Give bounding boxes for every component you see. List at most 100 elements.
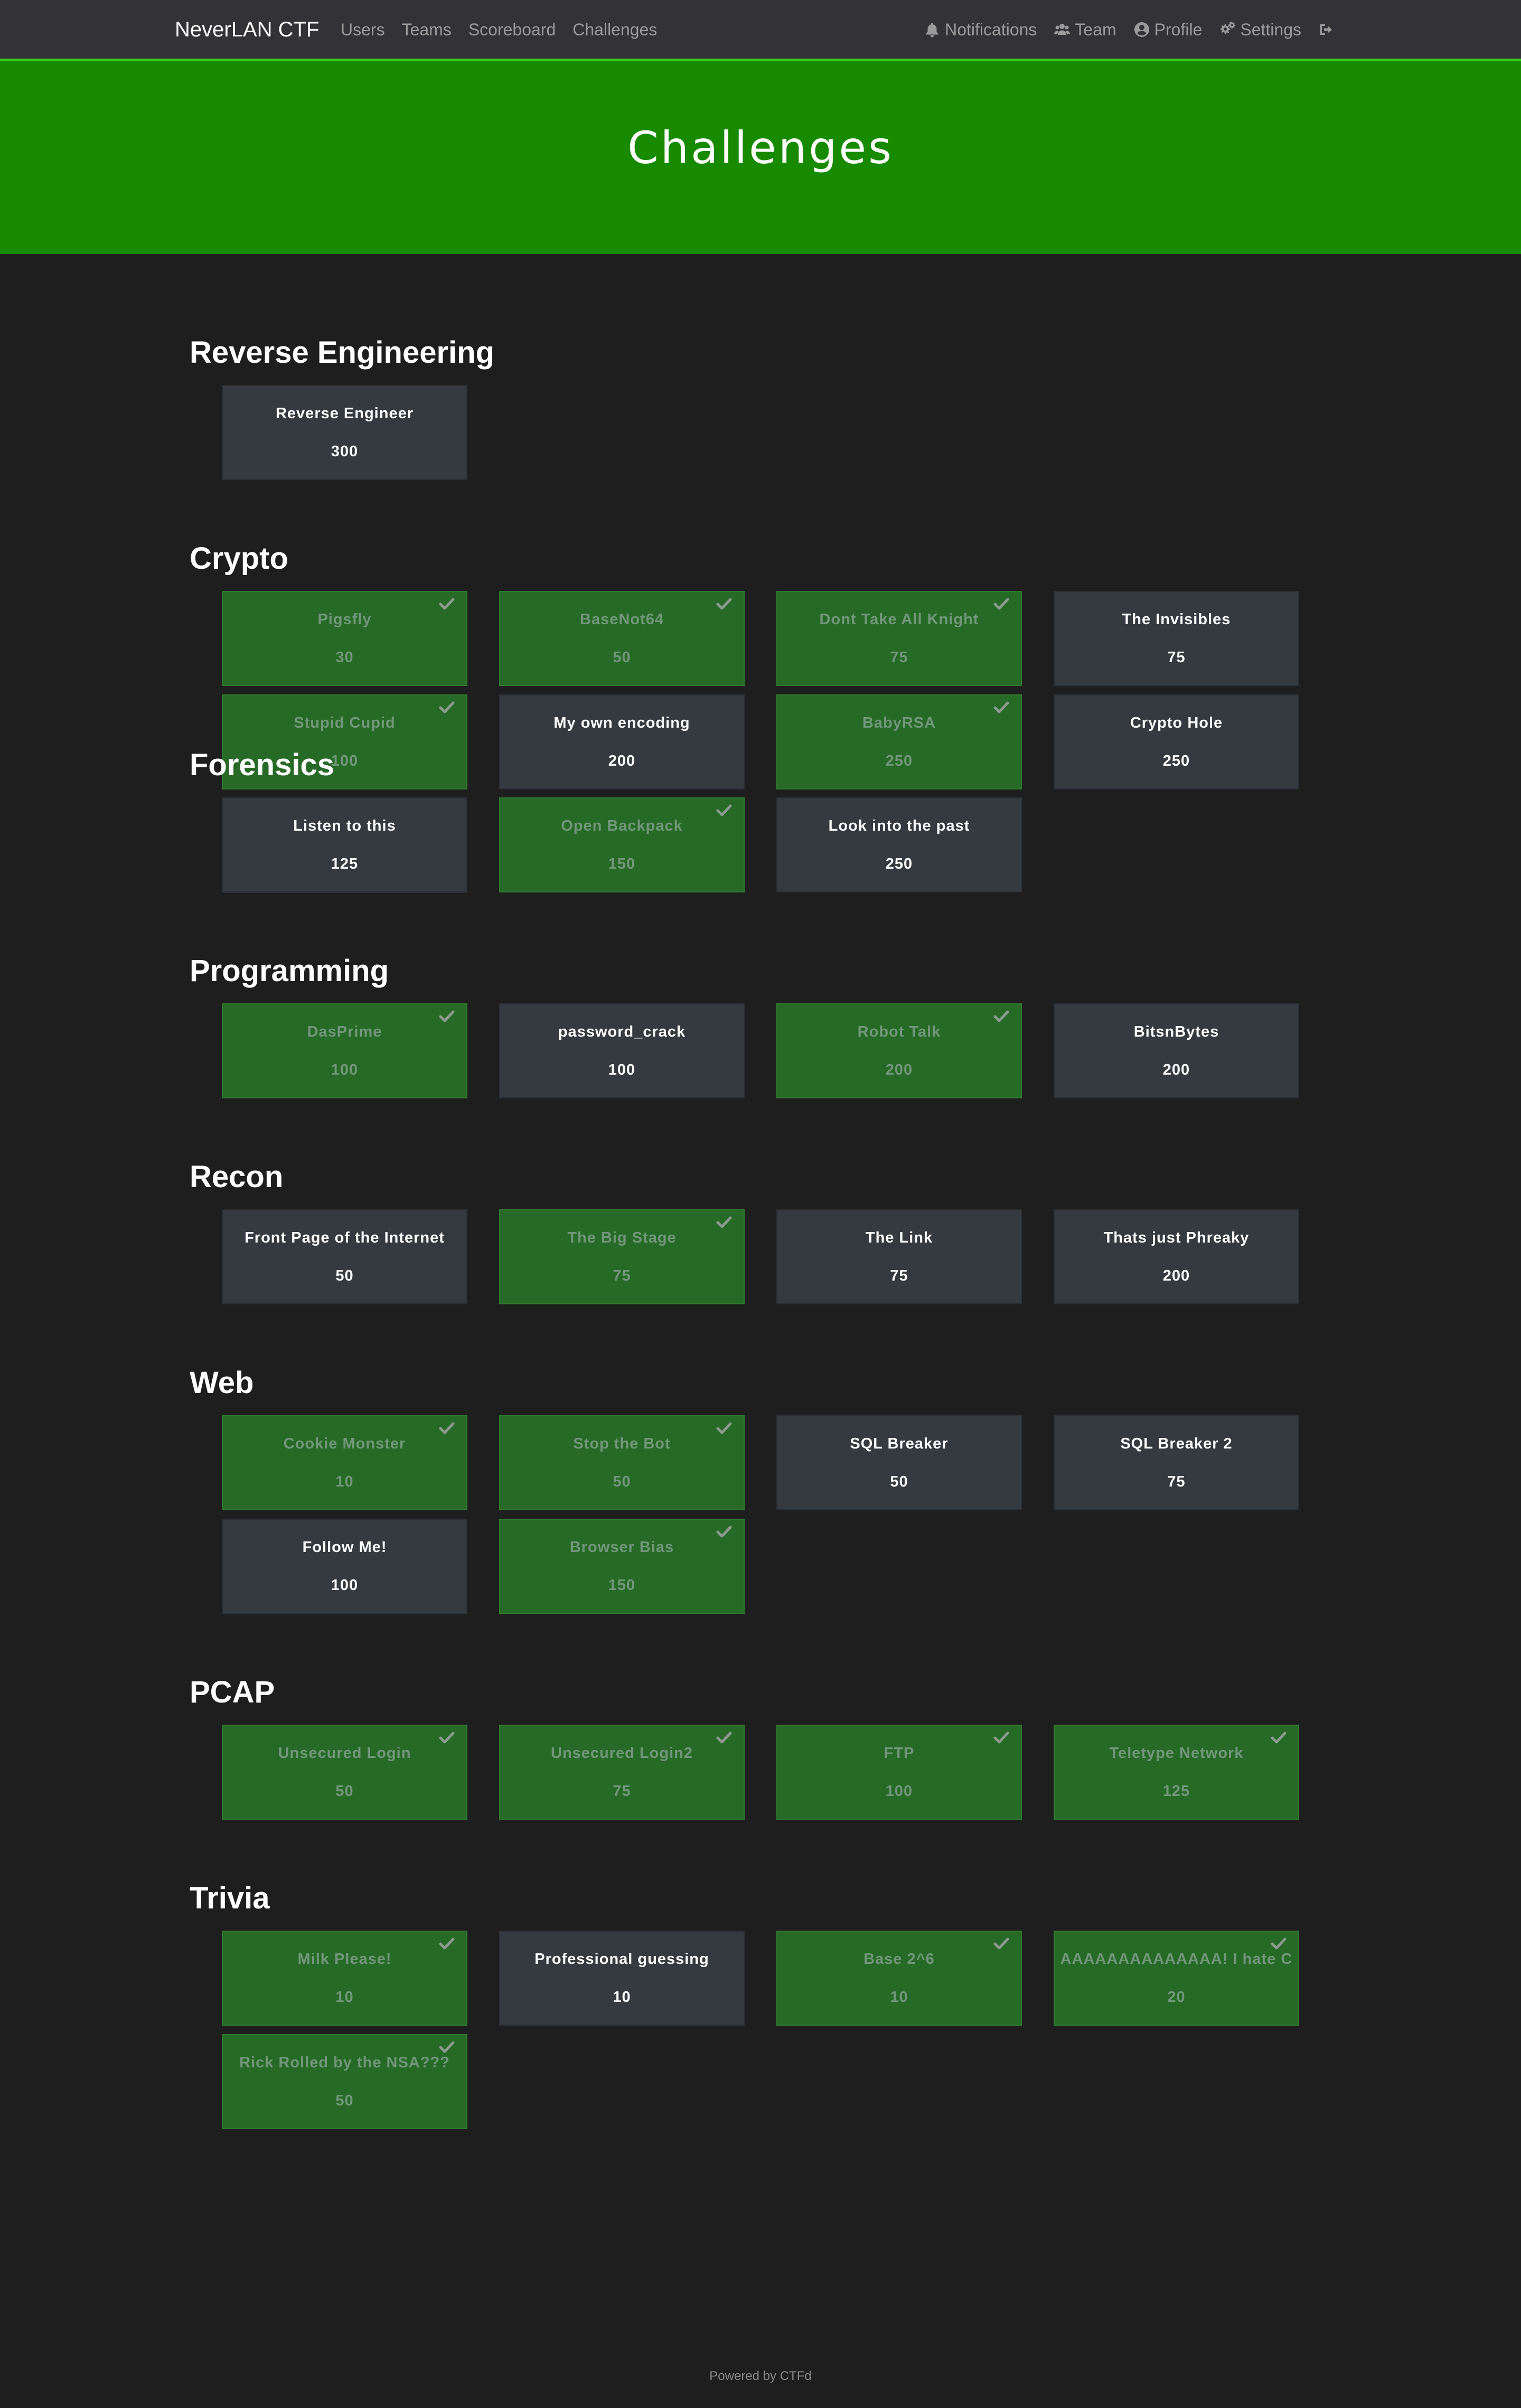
challenge-card[interactable]: Reverse Engineer 300: [222, 385, 467, 480]
challenge-name: Rick Rolled by the NSA???: [239, 2054, 450, 2071]
challenge-name: Crypto Hole: [1130, 714, 1223, 731]
category-forensics: Forensics Listen to this 125 Open Backpack 1…: [190, 746, 1330, 892]
challenge-card-solved[interactable]: Cookie Monster 10: [222, 1415, 467, 1510]
nav-profile[interactable]: Profile: [1133, 18, 1202, 41]
challenge-card-solved[interactable]: Robot Talk 200: [776, 1003, 1022, 1098]
check-icon: [1271, 1732, 1287, 1744]
challenge-value: 200: [1162, 1061, 1190, 1078]
challenge-name: Professional guessing: [534, 1951, 709, 1968]
challenge-card[interactable]: Look into the past 250: [776, 797, 1022, 892]
brand-link[interactable]: NeverLAN CTF: [175, 15, 319, 44]
nav-team[interactable]: Team: [1054, 18, 1116, 41]
check-icon: [716, 1216, 732, 1228]
challenge-name: Open Backpack: [561, 817, 683, 834]
nav-notifications[interactable]: Notifications: [924, 18, 1037, 41]
nav-left: Users Teams Scoreboard Challenges: [341, 18, 674, 41]
challenge-value: 250: [885, 855, 913, 872]
challenge-value: 50: [890, 1473, 908, 1490]
challenge-card-solved[interactable]: Stop the Bot 50: [499, 1415, 745, 1510]
challenge-value: 10: [890, 1989, 908, 2006]
challenge-name: SQL Breaker 2: [1120, 1435, 1233, 1452]
challenge-value: 75: [613, 1267, 631, 1284]
category-title: Forensics: [190, 748, 334, 782]
nav-notifications-label: Notifications: [945, 20, 1037, 39]
category-web: Web Cookie Monster 10 Stop the Bot 50 SQL Bre…: [190, 1364, 1330, 1614]
challenge-name: Stupid Cupid: [294, 714, 396, 731]
challenge-name: Thats just Phreaky: [1103, 1229, 1250, 1246]
challenge-value: 150: [608, 855, 636, 872]
check-icon: [993, 1732, 1009, 1744]
challenge-card-solved[interactable]: Teletype Network 125: [1054, 1725, 1299, 1820]
check-icon: [993, 598, 1009, 610]
challenge-card[interactable]: Professional guessing 10: [499, 1931, 745, 2026]
nav-right: Notifications Team Profile Settings: [907, 18, 1335, 41]
challenge-card-solved[interactable]: The Big Stage 75: [499, 1209, 745, 1304]
challenge-card[interactable]: Thats just Phreaky 200: [1054, 1209, 1299, 1304]
nav-users[interactable]: Users: [341, 18, 385, 41]
check-icon: [439, 1010, 455, 1022]
challenge-card-solved[interactable]: Base 2^6 10: [776, 1931, 1022, 2026]
challenge-value: 10: [613, 1989, 631, 2006]
challenge-card[interactable]: The Invisibles 75: [1054, 591, 1299, 686]
challenge-card-solved[interactable]: FTP 100: [776, 1725, 1022, 1820]
challenge-card-solved[interactable]: Pigsfly 30: [222, 591, 467, 686]
challenge-card-solved[interactable]: Dont Take All Knight 75: [776, 591, 1022, 686]
challenge-card[interactable]: SQL Breaker 2 75: [1054, 1415, 1299, 1510]
nav-settings-label: Settings: [1240, 20, 1301, 39]
challenge-card[interactable]: Follow Me! 100: [222, 1519, 467, 1614]
nav-settings[interactable]: Settings: [1219, 18, 1301, 41]
nav-challenges[interactable]: Challenges: [572, 18, 657, 41]
category-programming: Programming DasPrime 100 password_crack 100 R…: [190, 952, 1330, 1098]
challenge-name: AAAAAAAAAAAAAA! I hate C: [1060, 1951, 1293, 1968]
challenge-value: 50: [335, 1267, 354, 1284]
challenge-name: Base 2^6: [863, 1951, 935, 1968]
challenge-card[interactable]: SQL Breaker 50: [776, 1415, 1022, 1510]
challenge-card-solved[interactable]: DasPrime 100: [222, 1003, 467, 1098]
nav-team-label: Team: [1075, 20, 1116, 39]
challenge-card[interactable]: password_crack 100: [499, 1003, 745, 1098]
check-icon: [716, 598, 732, 610]
check-icon: [1271, 1937, 1287, 1950]
challenge-card-solved[interactable]: Milk Please! 10: [222, 1931, 467, 2026]
check-icon: [716, 1526, 732, 1538]
challenge-name: SQL Breaker: [850, 1435, 949, 1452]
navbar: NeverLAN CTF Users Teams Scoreboard Chal…: [0, 0, 1521, 59]
challenge-value: 125: [1162, 1783, 1190, 1800]
bell-icon: [926, 23, 938, 37]
challenge-card[interactable]: Front Page of the Internet 50: [222, 1209, 467, 1304]
challenge-name: password_crack: [558, 1023, 686, 1040]
footer-powered-by[interactable]: Powered by CTFd: [0, 2369, 1521, 2384]
challenge-name: The Link: [865, 1229, 933, 1246]
challenge-card-solved[interactable]: AAAAAAAAAAAAAA! I hate C 20: [1054, 1931, 1299, 2026]
challenge-value: 75: [890, 649, 908, 666]
challenge-name: Pigsfly: [317, 611, 372, 628]
nav-scoreboard[interactable]: Scoreboard: [468, 18, 556, 41]
challenge-value: 100: [885, 1783, 913, 1800]
check-icon: [439, 1422, 455, 1434]
check-icon: [993, 701, 1009, 713]
check-icon: [439, 598, 455, 610]
challenge-value: 300: [331, 443, 359, 460]
challenge-value: 200: [885, 1061, 913, 1078]
category-title: PCAP: [190, 1675, 275, 1709]
challenge-card[interactable]: BitsnBytes 200: [1054, 1003, 1299, 1098]
check-icon: [439, 2041, 455, 2053]
challenge-name: Follow Me!: [302, 1539, 387, 1556]
challenge-name: Listen to this: [293, 817, 396, 834]
category-title: Trivia: [190, 1881, 270, 1915]
challenge-card[interactable]: Listen to this 125: [222, 797, 467, 892]
user-circle-icon: [1134, 22, 1149, 37]
challenge-card-solved[interactable]: Browser Bias 150: [499, 1519, 745, 1614]
challenge-card-solved[interactable]: Unsecured Login2 75: [499, 1725, 745, 1820]
check-icon: [993, 1937, 1009, 1950]
challenge-name: Browser Bias: [569, 1539, 674, 1556]
challenge-name: My own encoding: [553, 714, 690, 731]
challenge-name: Reverse Engineer: [275, 405, 414, 422]
nav-teams[interactable]: Teams: [402, 18, 452, 41]
challenge-card[interactable]: The Link 75: [776, 1209, 1022, 1304]
challenge-card-solved[interactable]: Unsecured Login 50: [222, 1725, 467, 1820]
challenge-card-solved[interactable]: Open Backpack 150: [499, 797, 745, 892]
challenge-card-solved[interactable]: Rick Rolled by the NSA??? 50: [222, 2034, 467, 2129]
nav-logout[interactable]: [1318, 21, 1335, 38]
challenge-card-solved[interactable]: BaseNot64 50: [499, 591, 745, 686]
